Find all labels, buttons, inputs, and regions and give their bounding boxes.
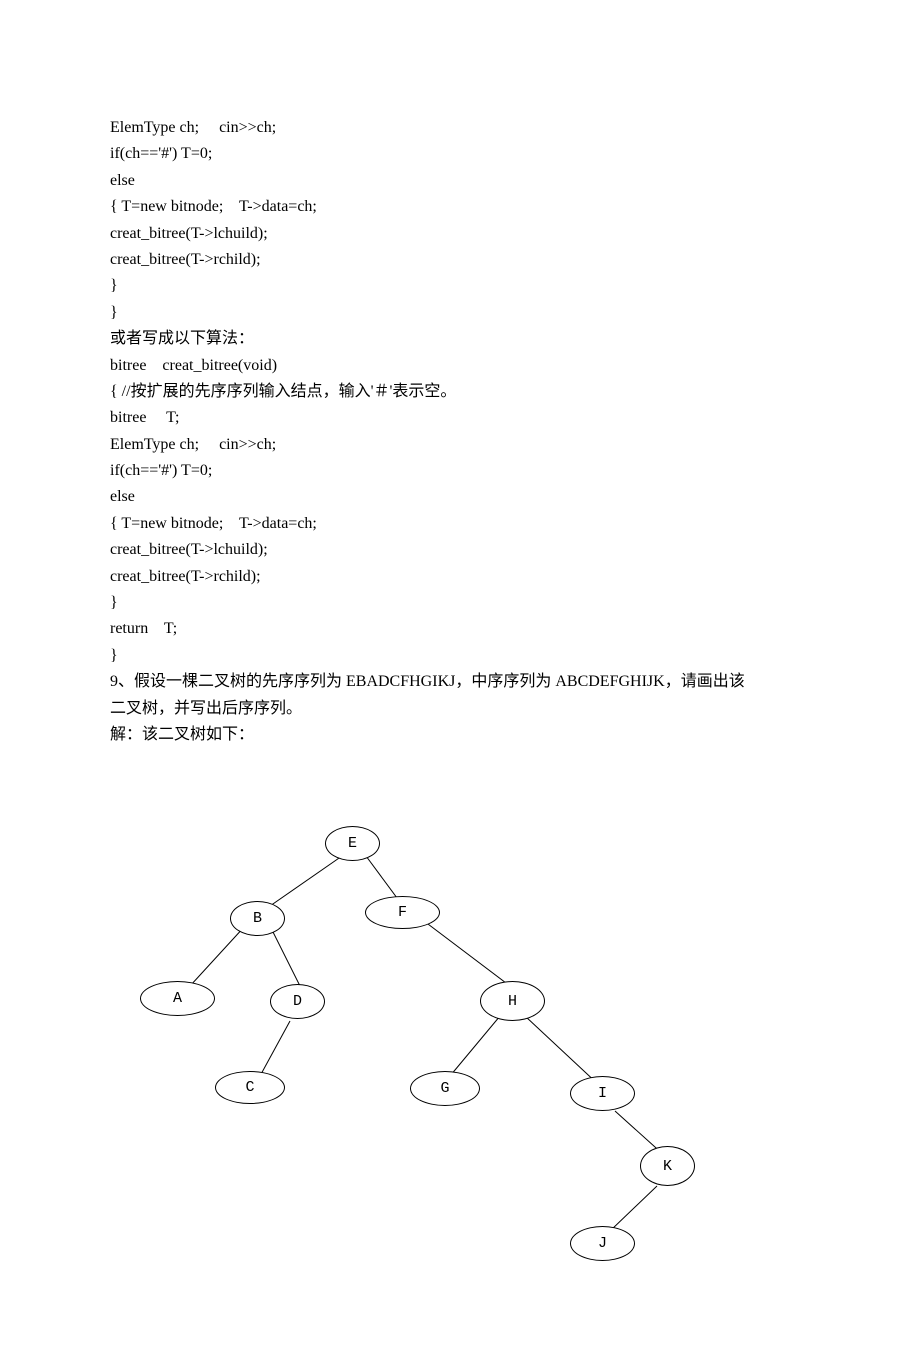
code-line: bitree T; xyxy=(110,405,810,431)
code-line: { //按扩展的先序序列输入结点，输入'＃'表示空。 xyxy=(110,379,810,405)
code-line: creat_bitree(T->lchuild); xyxy=(110,221,810,247)
code-line: creat_bitree(T->rchild); xyxy=(110,247,810,273)
binary-tree-diagram: E B F A D H C G I K J xyxy=(110,826,810,1306)
code-line: creat_bitree(T->lchuild); xyxy=(110,537,810,563)
document-page: ElemType ch; cin>>ch; if(ch=='#') T=0; e… xyxy=(0,0,920,1366)
code-line: { T=new bitnode; T->data=ch; xyxy=(110,511,810,537)
text-line: 或者写成以下算法： xyxy=(110,326,810,352)
code-line: ElemType ch; cin>>ch; xyxy=(110,432,810,458)
answer-line: 解：该二叉树如下： xyxy=(110,722,810,748)
code-line: bitree creat_bitree(void) xyxy=(110,353,810,379)
code-line: if(ch=='#') T=0; xyxy=(110,458,810,484)
code-line: creat_bitree(T->rchild); xyxy=(110,564,810,590)
code-line: return T; xyxy=(110,616,810,642)
code-line: } xyxy=(110,273,810,299)
code-line: ElemType ch; cin>>ch; xyxy=(110,115,810,141)
code-line: if(ch=='#') T=0; xyxy=(110,141,810,167)
code-line: else xyxy=(110,484,810,510)
question-line: 9、假设一棵二叉树的先序序列为 EBADCFHGIKJ，中序序列为 ABCDEF… xyxy=(110,669,810,695)
code-line: } xyxy=(110,643,810,669)
code-line: { T=new bitnode; T->data=ch; xyxy=(110,194,810,220)
tree-edges xyxy=(110,826,810,1306)
question-line: 二叉树，并写出后序序列。 xyxy=(110,696,810,722)
code-line: } xyxy=(110,590,810,616)
code-line: else xyxy=(110,168,810,194)
code-line: } xyxy=(110,300,810,326)
